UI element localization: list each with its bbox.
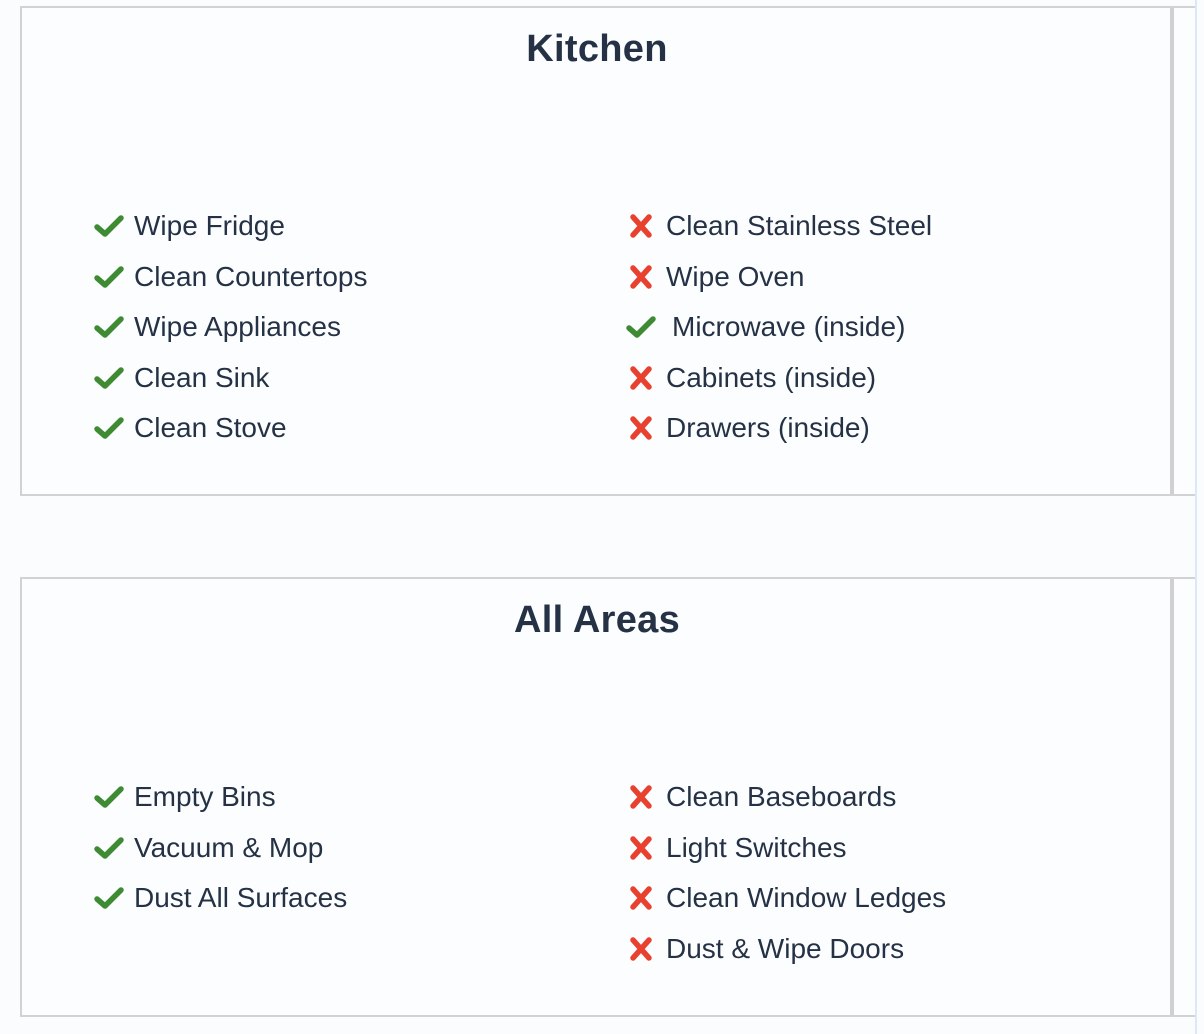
checklist-item: Wipe Appliances [94, 302, 367, 353]
checklist-item: Dust & Wipe Doors [626, 924, 946, 975]
check-icon [94, 834, 124, 862]
cross-icon [626, 212, 656, 240]
checklist-item: Clean Window Ledges [626, 873, 946, 924]
checklist-item-label: Clean Stove [134, 412, 287, 444]
checklist-item: Clean Baseboards [626, 772, 946, 823]
checklist-item-label: Clean Countertops [134, 260, 368, 292]
cross-icon [626, 935, 656, 963]
checklist-item-label: Microwave (inside) [672, 311, 906, 343]
checklist-item-label: Vacuum & Mop [134, 831, 324, 863]
checklist-item: Drawers (inside) [626, 403, 932, 454]
checklist-item-label: Clean Window Ledges [666, 882, 947, 914]
checklist-item: Clean Sink [94, 353, 367, 404]
checklist-item: Empty Bins [94, 772, 347, 823]
checklist-item-label: Light Switches [666, 831, 847, 863]
check-icon [94, 364, 124, 392]
checklist-item: Clean Countertops [94, 252, 367, 303]
all-areas-title: All Areas [513, 599, 681, 641]
cross-icon [626, 364, 656, 392]
checklist-item: Dust All Surfaces [94, 873, 347, 924]
checklist-item-label: Wipe Appliances [134, 311, 342, 343]
check-icon [94, 783, 124, 811]
kitchen-title: Kitchen [526, 28, 668, 70]
cross-icon [626, 263, 656, 291]
panel-divider [1170, 8, 1174, 494]
checklist-item: Clean Stainless Steel [626, 201, 932, 252]
checklist-item-label: Wipe Oven [666, 260, 805, 292]
cross-icon [626, 884, 656, 912]
checklist-item-label: Drawers (inside) [666, 412, 870, 444]
check-icon [94, 884, 124, 912]
checklist-item: Wipe Fridge [94, 201, 367, 252]
checklist-item: Wipe Oven [626, 252, 932, 303]
check-icon [94, 212, 124, 240]
checklist-item-label: Clean Stainless Steel [666, 210, 933, 242]
checklist-item-label: Dust All Surfaces [134, 882, 348, 914]
cross-icon [626, 834, 656, 862]
checklist-item: Light Switches [626, 823, 946, 874]
checklist-item-label: Wipe Fridge [134, 210, 285, 242]
checklist-item-label: Cabinets (inside) [666, 361, 877, 393]
check-icon [626, 313, 656, 341]
check-icon [94, 414, 124, 442]
checklist-item: Microwave (inside) [626, 302, 932, 353]
kitchen-panel: Kitchen Wipe Fridge Clean Countertops Wipe… [20, 6, 1196, 496]
all-areas-right-list: Clean Baseboards Light Switches Clean Wind… [626, 772, 946, 974]
panel-divider [1170, 579, 1174, 1015]
checklist-item: Vacuum & Mop [94, 823, 347, 874]
checklist-item-label: Clean Baseboards [666, 781, 897, 813]
checklist-item: Cabinets (inside) [626, 353, 932, 404]
all-areas-panel: All Areas Empty Bins Vacuum & Mop Dust All… [20, 577, 1196, 1017]
cross-icon [626, 783, 656, 811]
cross-icon [626, 414, 656, 442]
check-icon [94, 313, 124, 341]
kitchen-left-list: Wipe Fridge Clean Countertops Wipe Applian… [94, 201, 367, 454]
checklist-item: Clean Stove [94, 403, 367, 454]
checklist-item-label: Dust & Wipe Doors [666, 932, 905, 964]
all-areas-left-list: Empty Bins Vacuum & Mop Dust All Surfaces [94, 772, 347, 924]
kitchen-right-list: Clean Stainless Steel Wipe Oven Microwave … [626, 201, 932, 454]
scroll-edge [1195, 0, 1197, 1034]
check-icon [94, 263, 124, 291]
checklist-item-label: Clean Sink [134, 361, 270, 393]
checklist-item-label: Empty Bins [134, 781, 276, 813]
